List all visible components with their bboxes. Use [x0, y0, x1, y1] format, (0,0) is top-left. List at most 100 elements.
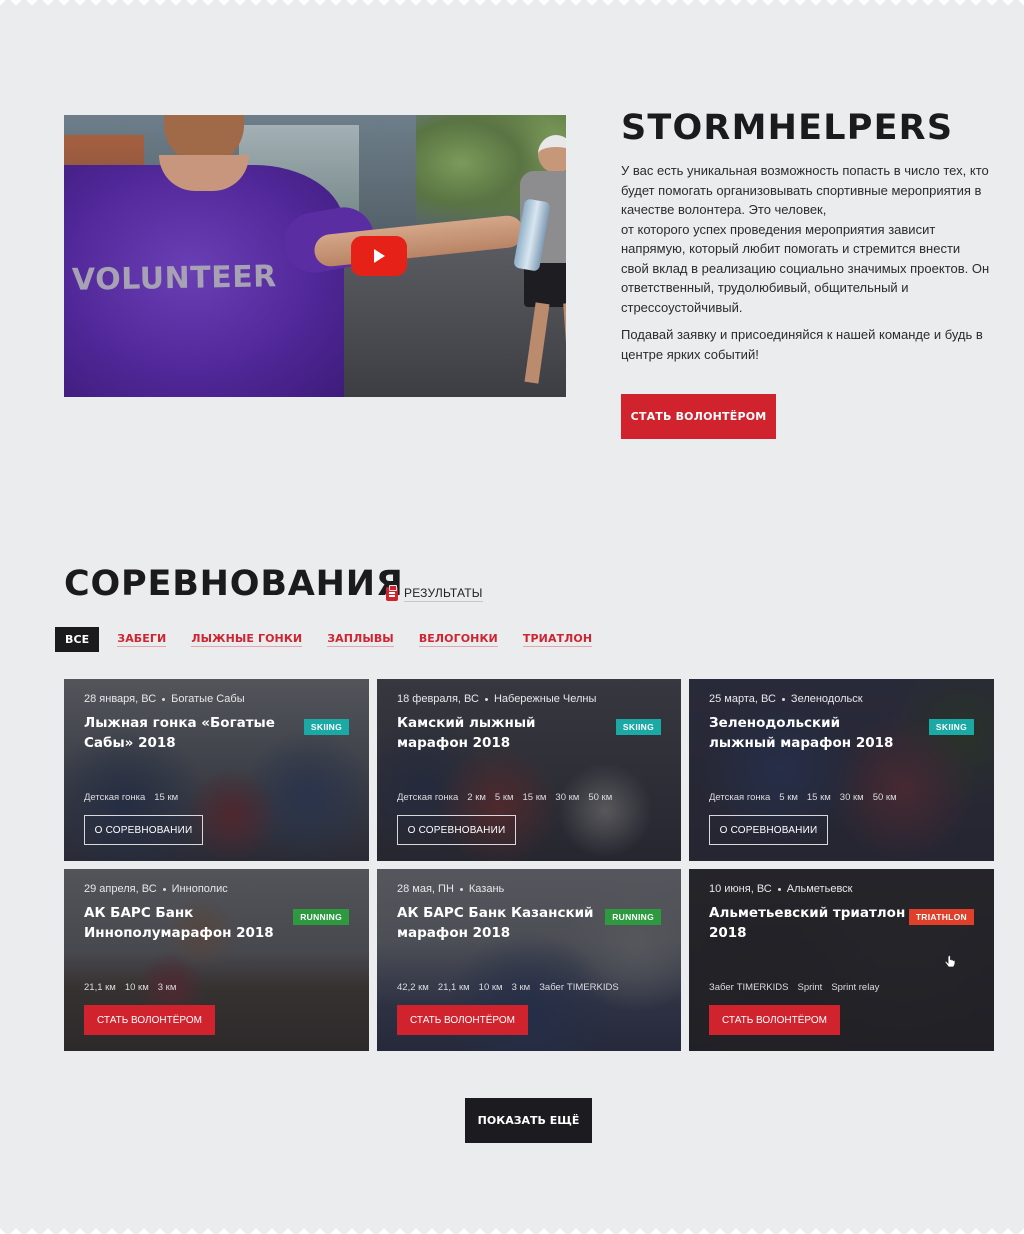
- show-more-button[interactable]: Показать ещё: [465, 1098, 592, 1143]
- results-label: Результаты: [404, 586, 483, 602]
- separator-dot: [162, 887, 166, 891]
- filter-swims[interactable]: Заплывы: [327, 632, 394, 647]
- distance-item: 3 км: [157, 982, 177, 993]
- competition-date: 18 февраля, ВС: [397, 693, 479, 705]
- distance-item: 10 км: [124, 982, 149, 993]
- competition-date: 25 марта, ВС: [709, 693, 776, 705]
- distance-item: 42,2 км: [397, 982, 429, 993]
- hero-title: STORMHELPERS: [621, 108, 954, 148]
- separator-dot: [162, 697, 166, 701]
- competition-date: 28 мая, ПН: [397, 883, 454, 895]
- competition-name[interactable]: Зеленодольский лыжный марафон 2018: [709, 713, 909, 753]
- separator-dot: [459, 887, 463, 891]
- distance-item: 30 км: [839, 792, 864, 803]
- competition-card[interactable]: 28 января, ВС Богатые Сабы Лыжная гонка «Б…: [64, 679, 369, 861]
- distance-item: Sprint relay: [831, 982, 880, 993]
- about-competition-button[interactable]: О соревновании: [397, 815, 516, 845]
- competition-card[interactable]: 29 апреля, ВС Иннополис АК БАРС Банк Инноп…: [64, 869, 369, 1051]
- become-volunteer-button[interactable]: Стать волонтёром: [709, 1005, 840, 1035]
- competition-cards: 28 января, ВС Богатые Сабы Лыжная гонка «Б…: [64, 679, 994, 1051]
- sport-tag: RUNNING: [605, 909, 661, 925]
- distance-item: 10 км: [478, 982, 503, 993]
- competition-card-content: 28 января, ВС Богатые Сабы Лыжная гонка «Б…: [64, 679, 369, 861]
- competition-place: Богатые Сабы: [171, 693, 245, 705]
- competition-name[interactable]: Лыжная гонка «Богатые Сабы» 2018: [84, 713, 284, 753]
- filter-cycling[interactable]: Велогонки: [418, 632, 498, 647]
- competition-place: Набережные Челны: [493, 693, 597, 705]
- sport-tag: SKIING: [928, 719, 974, 735]
- competition-distances: 42,2 км 21,1 км 10 км 3 км Забег TIMERKIDS: [397, 982, 619, 993]
- competition-distances: Забег TIMERKIDS Sprint Sprint relay: [709, 982, 879, 993]
- competition-name[interactable]: Камский лыжный марафон 2018: [397, 713, 597, 753]
- distance-item: 5 км: [779, 792, 798, 803]
- competition-date: 10 июня, ВС: [709, 883, 772, 895]
- competition-distances: Детская гонка 2 км 5 км 15 км 30 км 50 км: [397, 792, 612, 803]
- filter-skiing[interactable]: Лыжные гонки: [191, 632, 303, 647]
- distance-item: 15 км: [522, 792, 547, 803]
- distance-item: Sprint: [797, 982, 823, 993]
- distance-item: 5 км: [494, 792, 514, 803]
- competition-date: 28 января, ВС: [84, 693, 157, 705]
- competition-meta: 25 марта, ВС Зеленодольск: [709, 693, 974, 705]
- competition-card[interactable]: 28 мая, ПН Казань АК БАРС Банк Казанский м…: [377, 869, 681, 1051]
- filter-all[interactable]: Все: [55, 627, 100, 652]
- competition-card[interactable]: 18 февраля, ВС Набережные Челны Камский лы…: [377, 679, 681, 861]
- distance-item: 21,1 км: [84, 982, 116, 993]
- hand-cursor-icon: [944, 955, 956, 968]
- distance-item: 50 км: [588, 792, 613, 803]
- play-icon: [374, 249, 385, 263]
- distance-item: 50 км: [872, 792, 897, 803]
- hero-paragraph-1: У вас есть уникальная возможность попаст…: [621, 163, 990, 315]
- distance-item: Детская гонка: [397, 792, 459, 803]
- competition-card-content: 18 февраля, ВС Набережные Челны Камский лы…: [377, 679, 681, 861]
- distance-item: Забег TIMERKIDS: [709, 982, 789, 993]
- competition-place: Альметьевск: [786, 883, 853, 895]
- filter-runs[interactable]: Забеги: [117, 632, 167, 647]
- sport-tag: SKIING: [303, 719, 349, 735]
- competition-place: Казань: [468, 883, 505, 895]
- distance-item: Детская гонка: [84, 792, 146, 803]
- competition-place: Иннополис: [171, 883, 228, 895]
- play-button[interactable]: [351, 236, 407, 276]
- sport-tag: SKIING: [615, 719, 661, 735]
- competition-name[interactable]: АК БАРС Банк Иннополумарафон 2018: [84, 903, 284, 943]
- become-volunteer-button[interactable]: Стать волонтёром: [84, 1005, 215, 1035]
- competition-name[interactable]: АК БАРС Банк Казанский марафон 2018: [397, 903, 597, 943]
- competition-card-content: 29 апреля, ВС Иннополис АК БАРС Банк Инноп…: [64, 869, 369, 1051]
- hero-paragraph-2: Подавай заявку и присоединяйся к нашей к…: [621, 327, 983, 362]
- competition-card[interactable]: 25 марта, ВС Зеленодольск Зеленодольский л…: [689, 679, 994, 861]
- competition-meta: 18 февраля, ВС Набережные Челны: [397, 693, 661, 705]
- sport-tag: RUNNING: [293, 909, 349, 925]
- competitions-title: СОРЕВНОВАНИЯ: [64, 564, 404, 604]
- become-volunteer-button[interactable]: Стать волонтёром: [621, 394, 776, 439]
- bottom-zigzag-border: [0, 1226, 1024, 1234]
- competition-distances: Детская гонка 15 км: [84, 792, 178, 803]
- distance-item: Детская гонка: [709, 792, 771, 803]
- distance-item: 15 км: [806, 792, 831, 803]
- become-volunteer-button[interactable]: Стать волонтёром: [397, 1005, 528, 1035]
- competition-card-content: 10 июня, ВС Альметьевск Альметьевский триа…: [689, 869, 994, 1051]
- separator-dot: [781, 697, 785, 701]
- filter-triathlon[interactable]: Триатлон: [522, 632, 593, 647]
- about-competition-button[interactable]: О соревновании: [84, 815, 203, 845]
- competition-card[interactable]: 10 июня, ВС Альметьевск Альметьевский триа…: [689, 869, 994, 1051]
- distance-item: 15 км: [154, 792, 179, 803]
- competition-date: 29 апреля, ВС: [84, 883, 157, 895]
- competition-name[interactable]: Альметьевский триатлон 2018: [709, 903, 909, 943]
- separator-dot: [484, 697, 488, 701]
- about-competition-button[interactable]: О соревновании: [709, 815, 828, 845]
- results-link[interactable]: Результаты: [386, 585, 483, 602]
- competition-filters: Все Забеги Лыжные гонки Заплывы Велогонк…: [55, 627, 617, 652]
- hero-description: У вас есть уникальная возможность попаст…: [621, 161, 991, 372]
- distance-item: 21,1 км: [437, 982, 470, 993]
- competition-meta: 10 июня, ВС Альметьевск: [709, 883, 974, 895]
- distance-item: Забег TIMERKIDS: [539, 982, 619, 993]
- top-zigzag-border: [0, 0, 1024, 8]
- competition-meta: 28 мая, ПН Казань: [397, 883, 661, 895]
- sport-tag: TRIATHLON: [908, 909, 974, 925]
- competition-meta: 28 января, ВС Богатые Сабы: [84, 693, 349, 705]
- competition-distances: Детская гонка 5 км 15 км 30 км 50 км: [709, 792, 897, 803]
- distance-item: 30 км: [555, 792, 580, 803]
- volunteer-video[interactable]: VOLUNTEER: [64, 115, 566, 397]
- competition-distances: 21,1 км 10 км 3 км: [84, 982, 176, 993]
